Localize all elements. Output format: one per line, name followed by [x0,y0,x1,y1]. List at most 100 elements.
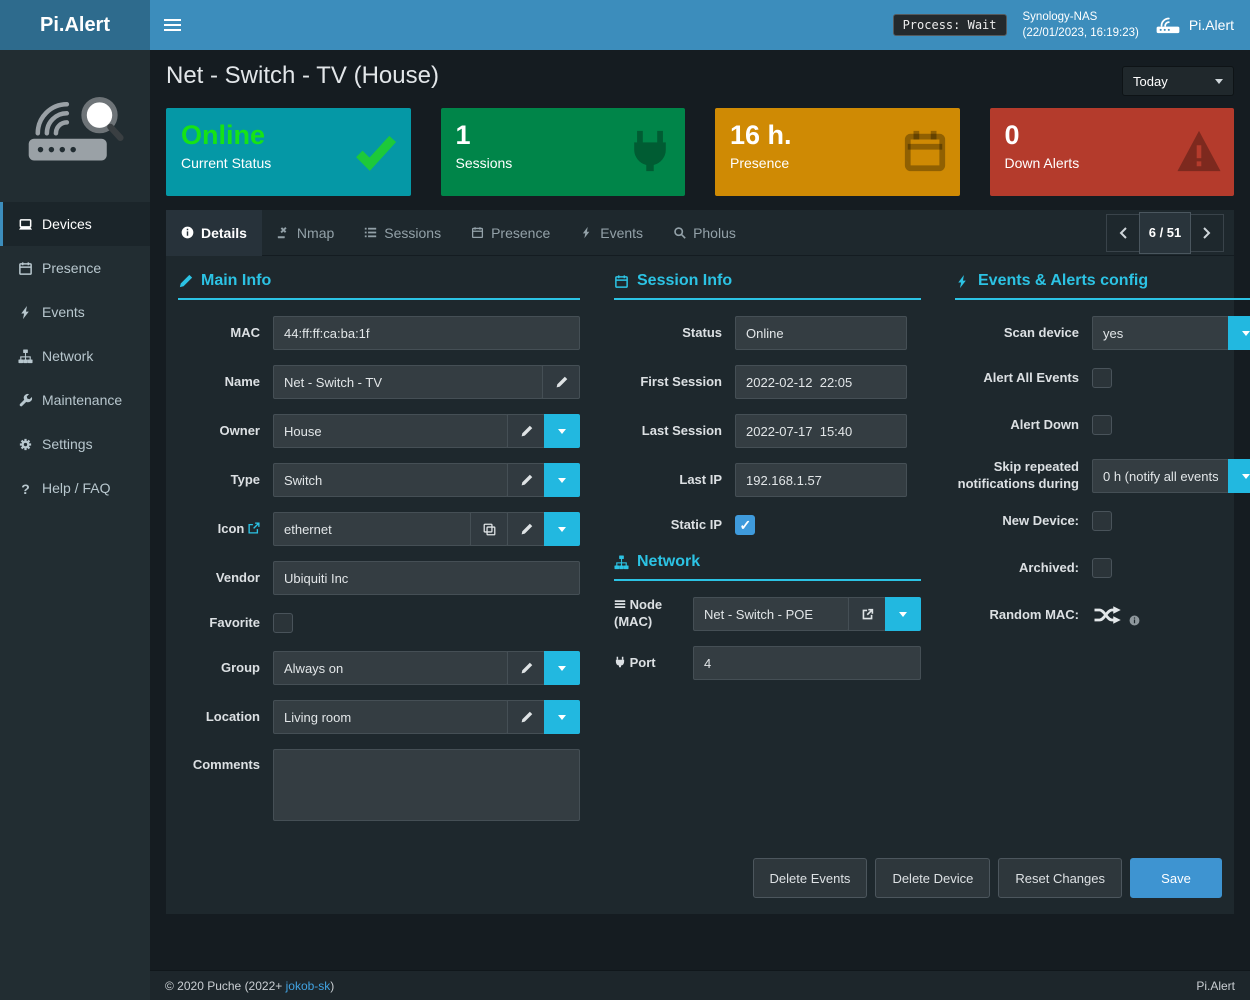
app-name: Pi.Alert [1189,17,1234,33]
edit-icon-button[interactable] [507,512,545,546]
owner-dropdown-button[interactable] [544,414,580,448]
favorite-checkbox[interactable] [273,613,293,633]
field-icon: Icon [178,512,580,546]
sidebar-item-network[interactable]: Network [0,334,150,378]
vendor-input[interactable] [273,561,580,595]
copy-icon-button[interactable] [470,512,508,546]
card-current-status: Online Current Status [166,108,411,196]
static-ip-checkbox[interactable] [735,515,755,535]
first-session-input[interactable] [735,365,907,399]
tab-nmap[interactable]: Nmap [262,210,349,256]
node-dropdown-button[interactable] [885,597,921,631]
port-label: Port [614,655,680,672]
sidebar-toggle-button[interactable] [150,0,194,50]
node-mac-label: Node (MAC) [614,597,680,631]
prev-device-button[interactable] [1106,214,1140,252]
session-info-title: Session Info [614,272,921,300]
wrench-icon [18,393,33,408]
edit-type-button[interactable] [507,463,545,497]
delete-events-button[interactable]: Delete Events [753,858,868,898]
edit-location-button[interactable] [507,700,545,734]
reset-changes-button[interactable]: Reset Changes [998,858,1122,898]
sitemap-icon [614,555,629,570]
group-label: Group [178,660,260,677]
search-icon [673,226,686,239]
alert-down-checkbox[interactable] [1092,415,1112,435]
name-input[interactable] [273,365,543,399]
sidebar-item-maintenance[interactable]: Maintenance [0,378,150,422]
field-skip-notifications: Skip repeated notifications during [955,459,1250,493]
owner-input[interactable] [273,414,508,448]
new-device-checkbox[interactable] [1092,511,1112,531]
status-input[interactable] [735,316,907,350]
type-input[interactable] [273,463,508,497]
last-ip-label: Last IP [614,472,722,489]
status-label: Status [614,325,722,342]
location-dropdown-button[interactable] [544,700,580,734]
port-input[interactable] [693,646,921,680]
question-icon: ? [18,481,33,496]
sidebar-item-help[interactable]: ? Help / FAQ [0,466,150,510]
external-link-icon[interactable] [248,522,260,534]
app-ident[interactable]: Pi.Alert [1155,15,1234,35]
random-mac-label: Random MAC: [955,607,1079,624]
shuffle-icon [1092,605,1122,625]
sidebar-item-label: Network [42,348,93,364]
laptop-icon [18,217,33,232]
sidebar-item-devices[interactable]: Devices [0,202,150,246]
tab-details[interactable]: Details [166,210,262,256]
check-icon [353,128,399,174]
edit-name-button[interactable] [542,365,580,399]
tab-label: Details [201,225,247,241]
sidebar-item-presence[interactable]: Presence [0,246,150,290]
mac-input[interactable] [273,316,580,350]
brand-logo[interactable]: Pi.Alert [0,0,150,50]
alert-all-events-checkbox[interactable] [1092,368,1112,388]
scan-device-dropdown-button[interactable] [1228,316,1250,350]
location-input[interactable] [273,700,508,734]
sidebar-item-events[interactable]: Events [0,290,150,334]
open-node-button[interactable] [848,597,886,631]
info-circle-icon[interactable] [1129,615,1140,626]
tab-sessions[interactable]: Sessions [349,210,456,256]
owner-label: Owner [178,423,260,440]
pencil-icon [520,711,533,724]
card-down-alerts: 0 Down Alerts [990,108,1235,196]
icon-dropdown-button[interactable] [544,512,580,546]
tab-label: Sessions [384,225,441,241]
pencil-icon [555,376,568,389]
main-info-title: Main Info [178,272,580,300]
node-mac-input[interactable] [693,597,849,631]
last-ip-input[interactable] [735,463,907,497]
delete-device-button[interactable]: Delete Device [875,858,990,898]
period-selector[interactable]: Today [1122,66,1234,96]
field-alert-all-events: Alert All Events [955,365,1250,391]
scan-device-select[interactable] [1092,316,1229,350]
sidebar-item-settings[interactable]: Settings [0,422,150,466]
edit-owner-button[interactable] [507,414,545,448]
field-scan-device: Scan device [955,316,1250,350]
plug-icon [627,128,673,174]
last-session-input[interactable] [735,414,907,448]
bars-icon [614,598,626,610]
tab-label: Presence [491,225,550,241]
comments-input[interactable] [273,749,580,821]
save-button[interactable]: Save [1130,858,1222,898]
archived-label: Archived: [955,560,1079,577]
tab-pholus[interactable]: Pholus [658,210,751,256]
jokob-sk-link[interactable]: jokob-sk [286,979,331,993]
tab-presence[interactable]: Presence [456,210,565,256]
pencil-icon [178,274,193,289]
edit-group-button[interactable] [507,651,545,685]
group-dropdown-button[interactable] [544,651,580,685]
type-dropdown-button[interactable] [544,463,580,497]
details-form: Main Info MAC Name Owner [166,256,1234,844]
group-input[interactable] [273,651,508,685]
skip-notifications-select[interactable] [1092,459,1229,493]
skip-notifications-dropdown-button[interactable] [1228,459,1250,493]
next-device-button[interactable] [1190,214,1224,252]
page-header: Net - Switch - TV (House) Today [150,50,1250,100]
icon-input[interactable] [273,512,471,546]
tab-events[interactable]: Events [565,210,658,256]
archived-checkbox[interactable] [1092,558,1112,578]
